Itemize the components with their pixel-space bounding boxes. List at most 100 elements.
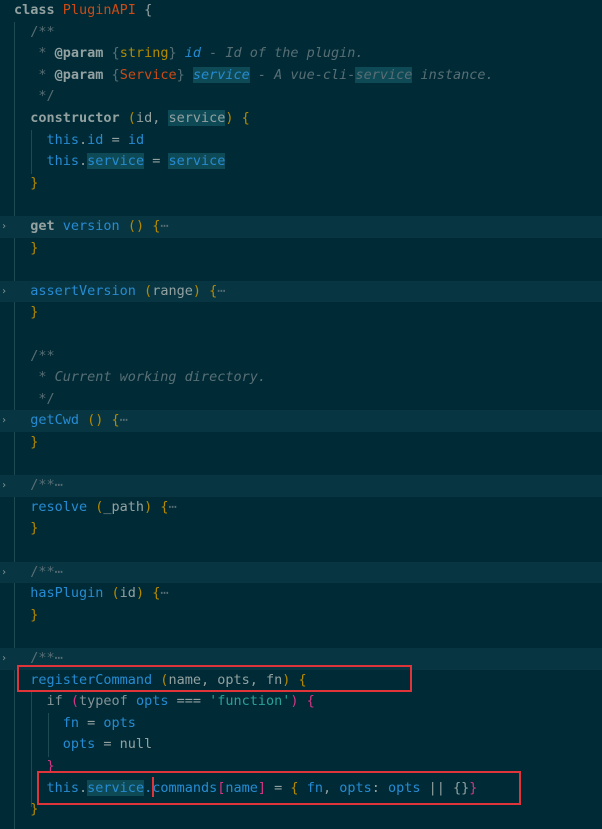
fold-chevron-icon[interactable]: › xyxy=(0,216,8,238)
code-token: opts xyxy=(135,693,169,710)
code-line[interactable]: * @param {Service} service - A vue-cli-s… xyxy=(0,65,602,87)
code-token: ) { xyxy=(144,498,169,515)
code-token: string xyxy=(119,45,169,62)
code-line[interactable]: */ xyxy=(0,86,602,108)
code-editor[interactable]: class PluginAPI { /** * @param {string} … xyxy=(0,0,602,829)
fold-chevron-icon[interactable]: › xyxy=(0,410,8,432)
code-line[interactable]: constructor (id, service) { xyxy=(0,108,602,130)
code-line[interactable]: hasPlugin (id) {⋯ xyxy=(0,583,602,605)
code-line[interactable]: if (typeof opts === 'function') { xyxy=(0,691,602,713)
fold-chevron-icon[interactable]: › xyxy=(0,562,8,584)
code-token: opts xyxy=(14,736,96,753)
code-text: getCwd () {⋯ xyxy=(14,410,128,432)
code-line[interactable]: this.service = service xyxy=(0,151,602,173)
code-line[interactable]: class PluginAPI { xyxy=(0,0,602,22)
code-token: service xyxy=(87,153,145,170)
code-token: } xyxy=(176,66,193,83)
code-line[interactable] xyxy=(0,259,602,281)
code-token: get xyxy=(14,218,63,234)
code-token: ⋯ xyxy=(168,498,177,515)
code-line[interactable]: */ xyxy=(0,389,602,411)
code-text: } xyxy=(14,173,38,195)
code-token: } xyxy=(14,801,39,818)
code-token: id xyxy=(119,585,136,602)
code-token: null xyxy=(119,736,153,753)
code-line[interactable]: › assertVersion (range) {⋯ xyxy=(0,280,602,303)
code-text: } xyxy=(14,605,38,627)
code-token: ⋯ xyxy=(54,477,63,494)
code-line[interactable]: } xyxy=(0,302,602,324)
code-line[interactable]: } xyxy=(0,173,602,195)
code-line[interactable]: } xyxy=(0,432,602,454)
code-text: this.id = id xyxy=(14,130,145,152)
highlight-box-commands-assignment xyxy=(37,771,521,805)
code-token: constructor xyxy=(14,110,120,126)
code-line[interactable]: opts = null xyxy=(0,734,602,756)
code-token: this xyxy=(14,131,80,148)
code-line[interactable]: resolve (_path) {⋯ xyxy=(0,497,602,519)
fold-chevron-icon[interactable]: › xyxy=(0,281,8,303)
highlight-box-register-command xyxy=(17,665,412,692)
text-cursor xyxy=(152,777,154,797)
fold-chevron-icon[interactable]: › xyxy=(0,475,8,497)
code-text: * @param {Service} service - A vue-cli-s… xyxy=(14,65,494,87)
code-line[interactable] xyxy=(0,454,602,476)
code-token: range xyxy=(152,282,193,299)
code-token: } xyxy=(14,606,39,623)
code-token: @param xyxy=(54,66,104,83)
code-token: ⋯ xyxy=(54,650,63,666)
code-text: } xyxy=(14,238,38,260)
code-line[interactable]: › get version () {⋯ xyxy=(0,216,602,238)
code-token: ) { xyxy=(135,585,161,602)
code-token: - A vue-cli- xyxy=(249,66,356,83)
code-line[interactable]: } xyxy=(0,518,602,540)
code-text: this.service = service xyxy=(14,151,226,173)
code-token: service xyxy=(168,110,226,126)
code-token: */ xyxy=(14,88,55,105)
code-text: class PluginAPI { xyxy=(14,0,152,22)
code-token: /** xyxy=(14,477,55,494)
code-line[interactable]: /** xyxy=(0,22,602,44)
code-line[interactable]: › getCwd () {⋯ xyxy=(0,410,602,432)
code-token: fn xyxy=(14,714,80,731)
code-token: service xyxy=(192,66,250,83)
fold-chevron-icon[interactable]: › xyxy=(0,648,8,670)
code-line[interactable] xyxy=(0,626,602,648)
code-line[interactable]: this.id = id xyxy=(0,130,602,152)
code-text: fn = opts xyxy=(14,713,136,735)
code-line[interactable]: * Current working directory. xyxy=(0,367,602,389)
code-text: assertVersion (range) {⋯ xyxy=(14,281,225,303)
code-token: { xyxy=(103,45,120,62)
code-line[interactable]: › /**⋯ xyxy=(0,475,602,497)
code-line[interactable] xyxy=(0,540,602,562)
code-text: resolve (_path) {⋯ xyxy=(14,497,177,519)
code-text: } xyxy=(14,518,38,540)
code-line[interactable]: fn = opts xyxy=(0,713,602,735)
code-line[interactable]: /** xyxy=(0,346,602,368)
code-token: typeof xyxy=(79,693,136,710)
code-token: _path xyxy=(103,498,145,515)
code-token: */ xyxy=(14,390,55,407)
code-token: = xyxy=(103,131,128,148)
code-token: class xyxy=(14,2,63,18)
code-token: } xyxy=(14,434,39,450)
code-token: id xyxy=(135,110,153,126)
code-token: id xyxy=(87,131,104,148)
code-line[interactable] xyxy=(0,194,602,216)
code-token: () { xyxy=(79,412,120,429)
code-text: /** xyxy=(14,346,54,368)
code-token: /** xyxy=(14,650,55,666)
code-token: { xyxy=(135,2,153,18)
code-line[interactable]: * @param {string} id - Id of the plugin. xyxy=(0,43,602,65)
code-text: /**⋯ xyxy=(14,562,63,584)
code-line[interactable]: } xyxy=(0,238,602,260)
code-line[interactable]: › /**⋯ xyxy=(0,561,602,584)
code-token: id xyxy=(127,131,145,148)
code-text: } xyxy=(14,799,38,821)
code-token: /** xyxy=(14,563,55,580)
code-line[interactable] xyxy=(0,324,602,346)
code-token: = xyxy=(79,714,104,731)
code-token: } xyxy=(14,239,39,256)
code-line[interactable]: } xyxy=(0,605,602,627)
code-token: PluginAPI xyxy=(62,2,136,18)
